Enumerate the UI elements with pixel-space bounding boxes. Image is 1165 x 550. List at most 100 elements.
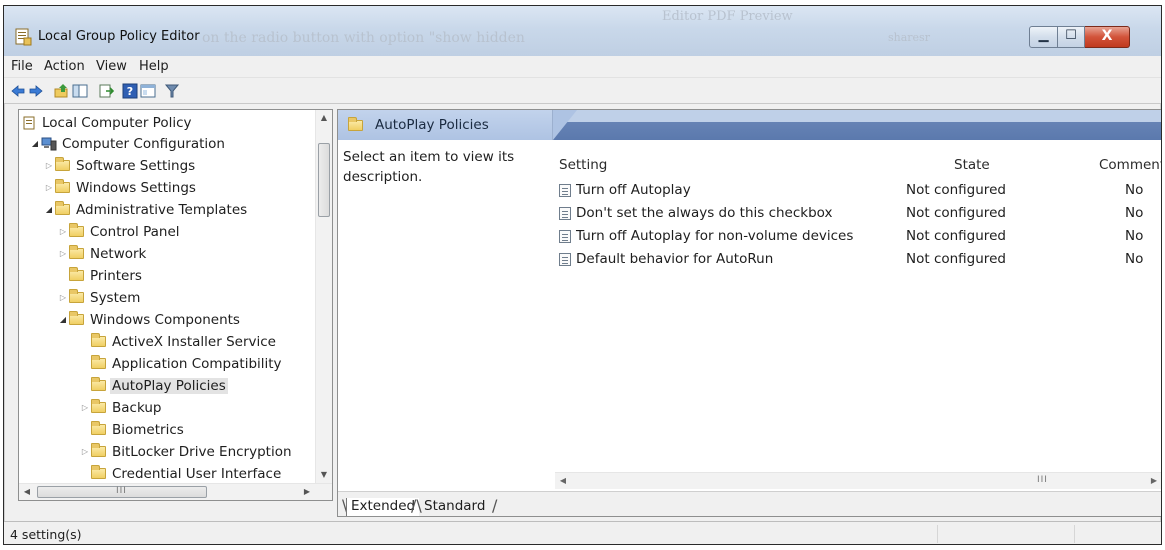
console-tree[interactable]: Local Computer Policy ◢ Computer Configu… (18, 109, 333, 501)
table-row[interactable]: Turn off Autoplay Not configured No (555, 179, 1161, 201)
folder-icon (91, 333, 106, 347)
status-text: 4 setting(s) (10, 527, 82, 542)
menu-action[interactable]: Action (44, 59, 85, 74)
minimize-icon: ▁ (1038, 28, 1049, 43)
scroll-grip: III (116, 486, 127, 496)
folder-icon (91, 399, 106, 413)
scroll-right-icon[interactable]: ▶ (299, 484, 315, 500)
expand-icon[interactable]: ▷ (43, 161, 55, 170)
tree-item-computer-configuration[interactable]: ◢ Computer Configuration (29, 133, 225, 154)
column-header-comment[interactable]: Comment (1099, 157, 1161, 173)
table-row[interactable]: Don't set the always do this checkbox No… (555, 202, 1161, 224)
tree-item-application-compatibility[interactable]: Application Compatibility (91, 353, 282, 374)
tree-item-windows-settings[interactable]: ▷ Windows Settings (43, 177, 196, 198)
details-header: AutoPlay Policies (338, 110, 1161, 140)
expand-icon[interactable]: ▷ (43, 183, 55, 192)
tree-item-label: Windows Settings (76, 179, 196, 196)
filter-icon[interactable] (164, 83, 180, 99)
tree-item-network[interactable]: ▷ Network (57, 243, 146, 264)
menu-help[interactable]: Help (139, 59, 169, 74)
setting-state: Not configured (906, 251, 1006, 267)
close-button[interactable]: X (1085, 26, 1130, 48)
minimize-button[interactable]: ▁ (1029, 26, 1058, 48)
setting-name: Turn off Autoplay for non-volume devices (576, 228, 854, 244)
tree-item-autoplay-policies[interactable]: AutoPlay Policies (91, 375, 228, 396)
tree-item-label: ActiveX Installer Service (112, 333, 276, 350)
export-list-icon[interactable] (98, 83, 114, 99)
tree-item-bitlocker-drive-encryption[interactable]: ▷ BitLocker Drive Encryption (79, 441, 292, 462)
folder-icon (69, 311, 84, 325)
tree-item-label: Backup (112, 399, 162, 416)
show-hide-tree-icon[interactable] (72, 83, 88, 99)
forward-arrow-icon[interactable] (28, 83, 44, 99)
properties-icon[interactable] (140, 83, 156, 99)
tab-divider: / (492, 496, 498, 515)
tree-item-label: Computer Configuration (62, 135, 225, 152)
setting-name: Turn off Autoplay (576, 182, 691, 198)
tree-vertical-scrollbar[interactable]: ▲ ▼ (315, 110, 332, 483)
table-row[interactable]: Default behavior for AutoRun Not configu… (555, 248, 1161, 270)
menu-view[interactable]: View (96, 59, 127, 74)
details-header-tab: AutoPlay Policies (338, 110, 553, 140)
expand-icon[interactable]: ▷ (79, 447, 91, 456)
details-horizontal-scrollbar[interactable]: ◀ III ▶ (555, 472, 1161, 489)
scroll-up-icon[interactable]: ▲ (316, 110, 332, 126)
menu-file[interactable]: File (11, 59, 33, 74)
maximize-button[interactable]: ☐ (1058, 26, 1085, 48)
expand-icon[interactable]: ▷ (79, 403, 91, 412)
collapse-icon[interactable]: ◢ (43, 205, 55, 214)
scroll-left-icon[interactable]: ◀ (555, 473, 571, 489)
up-folder-icon[interactable] (54, 83, 70, 99)
setting-state: Not configured (906, 228, 1006, 244)
tab-standard[interactable]: Standard (420, 498, 489, 516)
help-icon[interactable]: ? (122, 83, 138, 99)
folder-icon (69, 289, 84, 303)
folder-icon (91, 465, 106, 479)
tree-item-biometrics[interactable]: Biometrics (91, 419, 184, 440)
tree-item-printers[interactable]: Printers (57, 265, 142, 286)
policy-setting-icon (559, 252, 571, 266)
scroll-left-icon[interactable]: ◀ (19, 484, 35, 500)
tree-item-software-settings[interactable]: ▷ Software Settings (43, 155, 195, 176)
folder-icon (69, 223, 84, 237)
details-title: AutoPlay Policies (375, 117, 489, 133)
expand-icon[interactable]: ▷ (57, 249, 69, 258)
tree-item-activex-installer-service[interactable]: ActiveX Installer Service (91, 331, 276, 352)
tree-horizontal-scrollbar[interactable]: ◀ III ▶ (19, 483, 332, 500)
tree-item-control-panel[interactable]: ▷ Control Panel (57, 221, 180, 242)
tree-item-windows-components[interactable]: ◢ Windows Components (57, 309, 240, 330)
title-bar[interactable]: Local Group Policy Editor on the radio b… (4, 6, 1161, 56)
setting-state: Not configured (906, 182, 1006, 198)
bleed-through-text: on the radio button with option "show hi… (202, 30, 525, 46)
tree-item-backup[interactable]: ▷ Backup (79, 397, 162, 418)
folder-icon (91, 355, 106, 369)
scroll-thumb[interactable] (318, 143, 330, 217)
table-row[interactable]: Turn off Autoplay for non-volume devices… (555, 225, 1161, 247)
expand-icon[interactable]: ▷ (57, 227, 69, 236)
details-pane: AutoPlay Policies Select an item to view… (337, 109, 1161, 517)
scroll-down-icon[interactable]: ▼ (316, 467, 332, 483)
tab-extended[interactable]: Extended (346, 498, 420, 516)
tree-item-credential-user-interface[interactable]: Credential User Interface (91, 463, 281, 484)
collapse-icon[interactable]: ◢ (29, 139, 41, 148)
folder-icon (55, 201, 70, 215)
expand-icon[interactable]: ▷ (57, 293, 69, 302)
column-header-setting[interactable]: Setting (559, 157, 607, 173)
policy-editor-icon (15, 28, 32, 46)
column-header-state[interactable]: State (954, 157, 990, 173)
back-arrow-icon[interactable] (10, 83, 26, 99)
tree-item-system[interactable]: ▷ System (57, 287, 140, 308)
tree-item-label: Application Compatibility (112, 355, 282, 372)
tree-item-local-computer-policy[interactable]: Local Computer Policy (23, 112, 192, 133)
tree-item-administrative-templates[interactable]: ◢ Administrative Templates (43, 199, 247, 220)
collapse-icon[interactable]: ◢ (57, 315, 69, 324)
bleed-through-text: Editor PDF Preview (662, 9, 793, 24)
scroll-right-icon[interactable]: ▶ (1146, 473, 1161, 489)
settings-table-header: Setting State Comment (555, 154, 1161, 178)
setting-comment: No (1125, 205, 1144, 221)
setting-name: Default behavior for AutoRun (576, 251, 774, 267)
folder-icon (69, 267, 84, 281)
folder-icon (69, 245, 84, 259)
view-tabs: \ Extended /\ Standard / (338, 491, 1161, 516)
status-divider (1074, 525, 1075, 543)
